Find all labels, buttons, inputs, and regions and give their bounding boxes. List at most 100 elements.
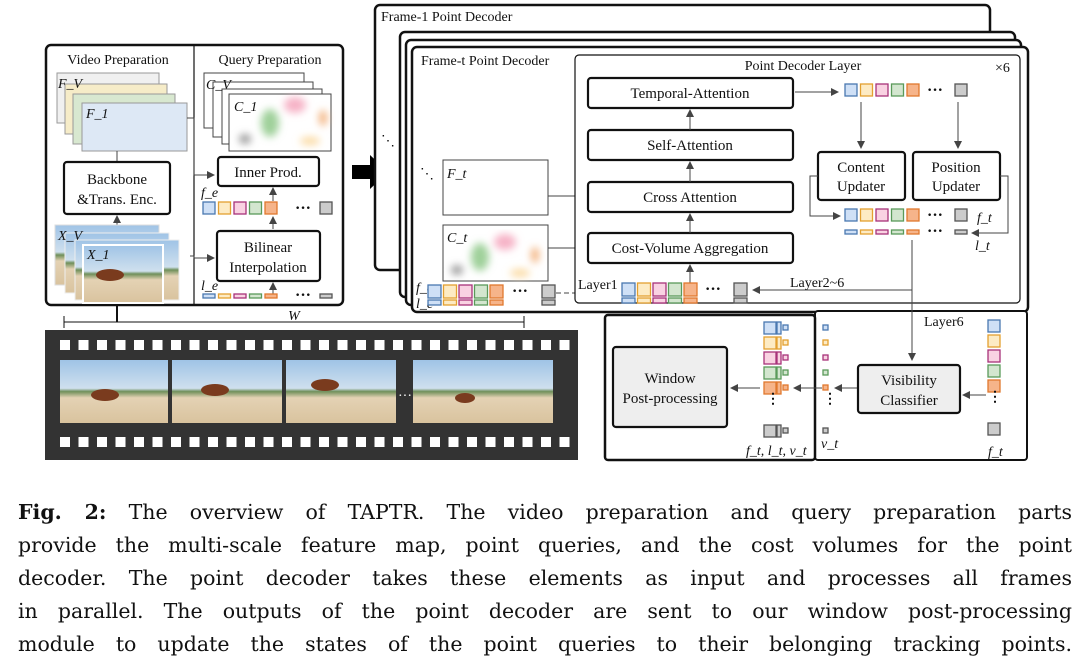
- film-hole: [522, 340, 533, 350]
- film-hole: [208, 437, 218, 447]
- output-token: [763, 366, 777, 380]
- feature-map-stack: F_V F_1: [56, 72, 188, 152]
- window-label-2: Post-processing: [623, 391, 718, 407]
- taptr-figure: Video Preparation Query Preparation F_V …: [0, 0, 1080, 665]
- film-hole: [245, 437, 255, 447]
- film-hole: [559, 340, 570, 350]
- layer-title: Point Decoder Layer: [745, 59, 862, 74]
- query-token: [248, 293, 263, 299]
- window-label: W: [288, 309, 301, 324]
- film-hole: [319, 340, 329, 350]
- output-visibility: [782, 369, 789, 376]
- ct-cost-label: C_t: [447, 231, 468, 246]
- horse-image: [96, 269, 124, 281]
- query-token-gray: [319, 293, 333, 299]
- film-hole: [134, 340, 144, 350]
- query-token-position: [442, 299, 458, 306]
- film-hole: [374, 437, 385, 447]
- ellipsis-icon: ···: [705, 281, 721, 298]
- film-hole: [78, 340, 89, 350]
- film-hole: [485, 340, 496, 350]
- query-token-gray: [733, 282, 748, 297]
- query-token: [427, 284, 442, 299]
- cost-label-last: C_V: [206, 78, 232, 93]
- diagram: Video Preparation Query Preparation F_V …: [44, 3, 1030, 462]
- film-hole: [448, 340, 459, 350]
- output-visibility: [782, 339, 789, 346]
- ft-feature-label: F_t: [446, 167, 468, 182]
- output-visibility-gray: [782, 427, 789, 434]
- layer1-label: Layer1: [578, 278, 618, 293]
- caption-text-1: The overview of TAPTR. The video prepara…: [106, 500, 1072, 524]
- visibility-token: [822, 339, 829, 346]
- lt-label: l_t: [975, 239, 991, 254]
- frames-ellipsis: ⋱: [381, 134, 395, 149]
- query-token: [636, 282, 652, 297]
- query-token-position: [683, 297, 698, 304]
- query-token-position: [621, 297, 636, 304]
- output-token: [763, 351, 777, 365]
- output-token: [763, 321, 777, 335]
- query-token: [621, 282, 636, 297]
- film-hole: [263, 437, 274, 447]
- film-ellipsis: ···: [398, 389, 412, 404]
- feature-token: [987, 349, 1001, 363]
- window-post-processing-box: [611, 345, 729, 429]
- query-token: [844, 208, 858, 222]
- visibility-token: [822, 384, 829, 391]
- film-hole: [115, 437, 126, 447]
- film-hole: [263, 340, 274, 350]
- ellipsis-icon: ···: [295, 287, 311, 304]
- query-token: [844, 229, 858, 235]
- film-hole: [60, 437, 70, 447]
- query-token: [906, 229, 920, 235]
- query-token: [875, 208, 889, 222]
- query-token: [844, 83, 858, 97]
- cost-volume-aggregation-label: Cost-Volume Aggregation: [612, 241, 769, 257]
- feature-token: [987, 319, 1001, 333]
- film-hole: [430, 437, 440, 447]
- ft-column-label: f_t: [988, 445, 1004, 460]
- film-hole: [393, 340, 403, 350]
- film-hole: [245, 340, 255, 350]
- caption-line-5: module to update the states of the point…: [18, 632, 1072, 656]
- film-hole: [356, 340, 366, 350]
- film-hole: [300, 340, 311, 350]
- film-hole: [411, 340, 422, 350]
- video-preparation-title: Video Preparation: [67, 53, 168, 68]
- output-visibility: [782, 324, 789, 331]
- query-token-position: [667, 297, 683, 304]
- output-position: [776, 321, 782, 335]
- preparation-panel: Video Preparation Query Preparation F_V …: [44, 43, 345, 307]
- caption-line-2: provide the multi-scale feature map, poi…: [18, 533, 1072, 557]
- film-hole: [134, 437, 144, 447]
- feature-token-gray: [987, 422, 1001, 436]
- frame-label-first: X_1: [86, 248, 110, 263]
- film-hole: [467, 437, 477, 447]
- query-token-gray: [954, 229, 968, 235]
- caption-line-3: decoder. The point decoder takes these e…: [18, 566, 1072, 590]
- output-token: [763, 336, 777, 350]
- backbone-label-2: &Trans. Enc.: [77, 192, 157, 208]
- film-hole: [337, 437, 348, 447]
- ellipsis-icon: ···: [512, 283, 528, 300]
- query-token: [859, 208, 874, 222]
- window-label-1: Window: [644, 371, 695, 387]
- visibility-label-2: Classifier: [880, 393, 938, 409]
- query-token: [489, 284, 504, 299]
- visibility-token-gray: [822, 427, 829, 434]
- bilinear-label-2: Interpolation: [229, 260, 307, 276]
- film-hole: [282, 437, 292, 447]
- film-hole: [504, 437, 514, 447]
- bilinear-label-1: Bilinear: [244, 240, 292, 256]
- film-hole: [559, 437, 570, 447]
- output-position: [776, 336, 782, 350]
- self-attention-label: Self-Attention: [647, 138, 733, 154]
- outputs-label: f_t, l_t, v_t: [746, 444, 808, 459]
- output-position: [776, 366, 782, 380]
- caption-line-1: Fig. 2: The overview of TAPTR. The video…: [18, 498, 1072, 526]
- film-hole: [282, 340, 292, 350]
- output-visibility: [782, 384, 789, 391]
- film-hole: [430, 340, 440, 350]
- film-hole: [97, 340, 107, 350]
